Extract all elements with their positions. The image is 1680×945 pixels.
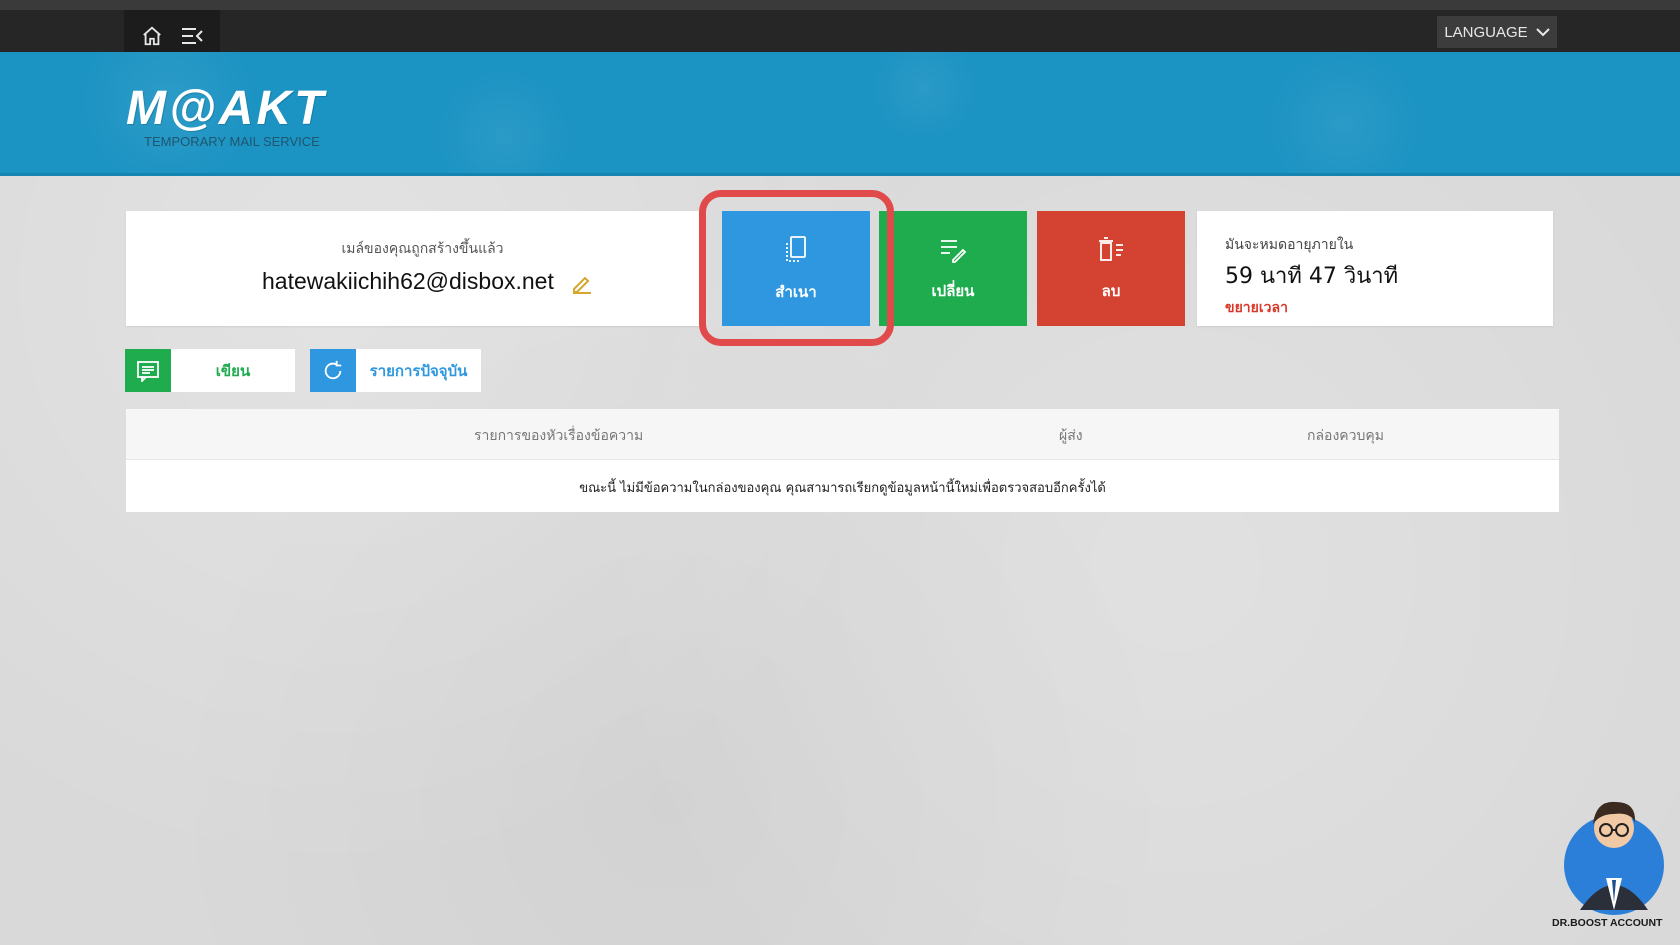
- inbox-table: รายการของหัวเรื่องข้อความ ผู้ส่ง กล่องคว…: [126, 409, 1559, 512]
- extend-time-link[interactable]: ขยายเวลา: [1225, 297, 1288, 319]
- compose-button[interactable]: เขียน: [125, 349, 295, 392]
- column-header-sender: ผู้ส่ง: [1059, 428, 1083, 444]
- timer-countdown: 59 นาที 47 วินาที: [1225, 264, 1399, 289]
- home-icon[interactable]: [135, 19, 169, 53]
- edit-list-icon: [941, 239, 967, 263]
- change-label: เปลี่ยน: [931, 281, 975, 300]
- language-label: LANGUAGE: [1444, 23, 1528, 41]
- mail-address[interactable]: hatewakiichih62@disbox.net: [262, 268, 554, 295]
- copy-label: สำเนา: [775, 282, 817, 301]
- mail-caption: เมล์ของคุณถูกสร้างขึ้นแล้ว: [341, 241, 504, 257]
- inbox-table-header: รายการของหัวเรื่องข้อความ ผู้ส่ง กล่องคว…: [126, 409, 1559, 460]
- expiry-timer-card: มันจะหมดอายุภายใน 59 นาที 47 วินาที ขยาย…: [1197, 211, 1553, 326]
- refresh-icon: [310, 349, 356, 392]
- watermark-avatar: [1560, 790, 1668, 930]
- delete-label: ลบ: [1101, 281, 1121, 300]
- refresh-label: รายการปัจจุบัน: [369, 361, 468, 380]
- copy-button[interactable]: สำเนา: [722, 211, 870, 326]
- chevron-down-icon: [1535, 28, 1550, 37]
- top-nav-bar: [0, 10, 1680, 52]
- logo-text: M@AKT: [126, 82, 327, 135]
- change-button[interactable]: เปลี่ยน: [879, 211, 1027, 326]
- column-header-control: กล่องควบคุม: [1307, 428, 1385, 444]
- language-dropdown[interactable]: LANGUAGE: [1437, 16, 1557, 48]
- pencil-icon[interactable]: [570, 271, 596, 297]
- trash-icon: [1099, 236, 1123, 261]
- empty-inbox-message: ขณะนี้ ไม่มีข้อความในกล่องของคุณ คุณสามา…: [579, 481, 1106, 496]
- logo-tagline: TEMPORARY MAIL SERVICE: [144, 134, 320, 149]
- message-icon: [125, 349, 171, 392]
- column-header-subject: รายการของหัวเรื่องข้อความ: [474, 428, 644, 444]
- watermark-label: DR.BOOST ACCOUNT: [1552, 917, 1663, 929]
- delete-button[interactable]: ลบ: [1037, 211, 1185, 326]
- header-banner: M@AKT TEMPORARY MAIL SERVICE: [0, 52, 1680, 176]
- mail-address-card: เมล์ของคุณถูกสร้างขึ้นแล้ว hatewakiichih…: [126, 211, 701, 326]
- site-logo[interactable]: M@AKT TEMPORARY MAIL SERVICE: [126, 82, 327, 150]
- menu-collapse-icon[interactable]: [175, 19, 209, 53]
- timer-caption: มันจะหมดอายุภายใน: [1225, 237, 1354, 253]
- copy-icon: [786, 235, 806, 262]
- compose-label: เขียน: [215, 361, 251, 380]
- browser-top-strip: [0, 0, 1680, 10]
- refresh-button[interactable]: รายการปัจจุบัน: [310, 349, 481, 392]
